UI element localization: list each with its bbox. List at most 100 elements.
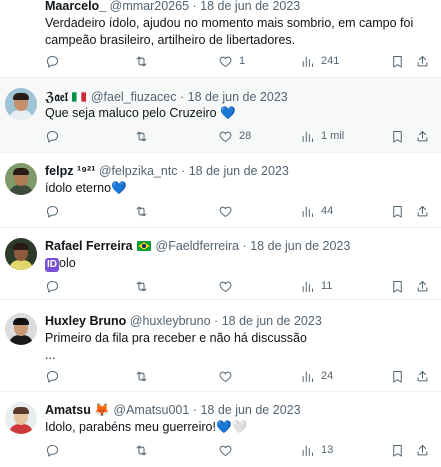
action-bar: 1 241 <box>45 52 430 70</box>
views-button[interactable]: 13 <box>300 441 333 459</box>
reply-icon <box>47 55 58 68</box>
blue-heart-emoji: 💙 <box>220 106 236 120</box>
like-button[interactable] <box>218 202 239 220</box>
like-button[interactable]: 28 <box>218 127 251 145</box>
tweet-date[interactable]: 18 de jun de 2023 <box>188 90 288 104</box>
tweet-date[interactable]: 18 de jun de 2023 <box>222 314 322 328</box>
action-bar: 44 <box>45 202 430 220</box>
tweet-header: Rafael Ferreira @Faeldferreira · 18 de j… <box>45 239 350 253</box>
tweet[interactable]: Rafael Ferreira @Faeldferreira · 18 de j… <box>0 228 441 300</box>
views-button[interactable]: 241 <box>300 52 339 70</box>
views-icon <box>302 56 313 67</box>
retweet-icon <box>136 56 147 66</box>
author-handle[interactable]: @Amatsu001 <box>113 403 189 417</box>
avatar[interactable] <box>5 163 37 195</box>
share-button[interactable] <box>415 277 430 295</box>
separator-dot: · <box>242 239 247 253</box>
retweet-button[interactable] <box>134 441 155 459</box>
bookmark-icon <box>393 130 402 143</box>
bookmark-button[interactable] <box>390 441 405 459</box>
like-button[interactable] <box>218 277 239 295</box>
views-icon <box>302 206 313 217</box>
hearts-emoji: 💙🤍 <box>215 420 248 434</box>
tweet[interactable]: Maarcelo_ @mmar20265 · 18 de jun de 2023… <box>0 0 441 78</box>
tweet-date[interactable]: 18 de jun de 2023 <box>189 164 289 178</box>
bookmark-button[interactable] <box>390 367 405 385</box>
author-name[interactable]: Amatsu <box>45 403 91 417</box>
retweet-icon <box>136 445 147 455</box>
reply-button[interactable] <box>45 367 66 385</box>
reply-button[interactable] <box>45 52 66 70</box>
retweet-button[interactable] <box>134 277 155 295</box>
retweet-button[interactable] <box>134 127 155 145</box>
author-handle[interactable]: @Faeldferreira <box>156 239 240 253</box>
author-handle[interactable]: @huxleybruno <box>130 314 211 328</box>
views-button[interactable]: 11 <box>300 277 332 295</box>
separator-dot: · <box>179 90 185 104</box>
tweet[interactable]: ℨ𝔞𝔢𝔩 @fael_fiuzacec · 18 de jun de 2023 … <box>0 78 441 153</box>
bookmark-button[interactable] <box>390 202 405 220</box>
author-name[interactable]: ℨ𝔞𝔢𝔩 <box>45 90 68 104</box>
reply-button[interactable] <box>45 127 66 145</box>
heart-icon <box>219 131 232 142</box>
retweet-icon <box>136 206 147 216</box>
tweet-date[interactable]: 18 de jun de 2023 <box>200 403 300 417</box>
tweet-text: Que seja maluco pelo Cruzeiro 💙 <box>45 106 236 120</box>
share-button[interactable] <box>415 202 430 220</box>
views-button[interactable]: 24 <box>300 367 333 385</box>
bookmark-button[interactable] <box>390 52 405 70</box>
reply-button[interactable] <box>45 441 66 459</box>
share-button[interactable] <box>415 441 430 459</box>
author-handle[interactable]: @mmar20265 <box>110 0 189 13</box>
action-bar: 11 <box>45 277 430 295</box>
share-button[interactable] <box>415 127 430 145</box>
like-button[interactable]: 1 <box>218 52 245 70</box>
author-handle[interactable]: @felpzika_ntc <box>99 164 178 178</box>
retweet-icon <box>136 371 147 381</box>
retweet-button[interactable] <box>134 367 155 385</box>
bookmark-button[interactable] <box>390 277 405 295</box>
tweet-text: Idolo, parabéns meu guerreiro!💙🤍 <box>45 420 248 434</box>
avatar[interactable] <box>5 238 37 270</box>
like-button[interactable] <box>218 367 239 385</box>
bookmark-button[interactable] <box>390 127 405 145</box>
fox-emoji: 🦊 <box>94 403 110 417</box>
author-name[interactable]: Huxley Bruno <box>45 314 126 328</box>
tweet-date[interactable]: 18 de jun de 2023 <box>250 239 350 253</box>
share-button[interactable] <box>415 367 430 385</box>
author-name[interactable]: felpz ¹⁹²¹ <box>45 164 95 178</box>
tweet-text: Verdadeiro ídolo, ajudou no momento mais… <box>45 16 414 47</box>
tweet-header: ℨ𝔞𝔢𝔩 @fael_fiuzacec · 18 de jun de 2023 <box>45 89 288 105</box>
avatar[interactable] <box>5 402 37 434</box>
tweet-text: ID olo <box>45 256 76 272</box>
reply-icon <box>47 444 58 457</box>
brazil-flag-icon <box>136 239 152 253</box>
retweet-button[interactable] <box>134 202 155 220</box>
tweet[interactable]: Amatsu 🦊 @Amatsu001 · 18 de jun de 2023 … <box>0 392 441 467</box>
like-button[interactable] <box>218 441 239 459</box>
tweet[interactable]: felpz ¹⁹²¹ @felpzika_ntc · 18 de jun de … <box>0 153 441 228</box>
heart-icon <box>219 445 232 456</box>
author-name[interactable]: Rafael Ferreira <box>45 239 133 253</box>
author-handle[interactable]: @fael_fiuzacec <box>91 90 177 104</box>
tweet-date[interactable]: 18 de jun de 2023 <box>200 0 300 13</box>
tweet-header: Maarcelo_ @mmar20265 · 18 de jun de 2023 <box>45 0 300 13</box>
share-icon <box>417 130 428 141</box>
action-bar: 13 <box>45 441 430 459</box>
avatar[interactable] <box>5 88 37 120</box>
share-button[interactable] <box>415 52 430 70</box>
bookmark-icon <box>393 55 402 68</box>
tweet-text: Primeiro da fila pra receber e não há di… <box>45 331 307 362</box>
id-emoji: ID <box>45 258 59 272</box>
avatar[interactable] <box>5 313 37 345</box>
reply-button[interactable] <box>45 202 66 220</box>
heart-icon <box>219 281 232 292</box>
retweet-button[interactable] <box>134 52 155 70</box>
author-name[interactable]: Maarcelo_ <box>45 0 106 13</box>
tweet[interactable]: Huxley Bruno @huxleybruno · 18 de jun de… <box>0 300 441 392</box>
reply-button[interactable] <box>45 277 66 295</box>
separator-dot: · <box>214 314 219 328</box>
views-button[interactable]: 44 <box>300 202 333 220</box>
heart-icon <box>219 371 232 382</box>
views-button[interactable]: 1 mil <box>300 127 344 145</box>
